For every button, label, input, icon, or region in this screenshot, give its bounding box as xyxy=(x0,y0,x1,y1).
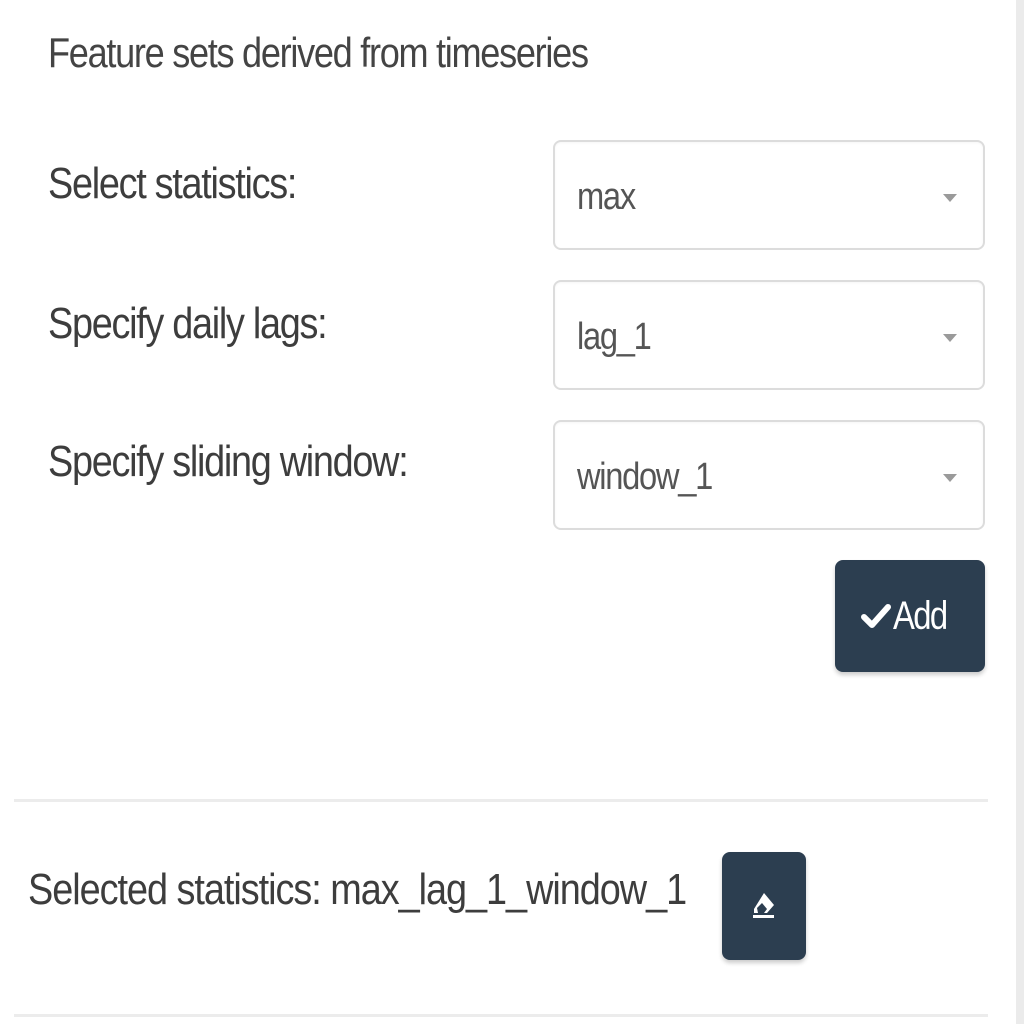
caret-down-icon xyxy=(943,334,957,342)
section-title: Feature sets derived from timeseries xyxy=(48,29,589,76)
statistics-label: Select statistics: xyxy=(48,159,297,208)
daily-lags-select[interactable]: lag_1 xyxy=(553,280,985,390)
divider xyxy=(14,799,988,802)
scrollbar-track[interactable] xyxy=(1016,0,1024,1024)
statistics-select-value: max xyxy=(577,176,636,218)
selected-statistics-value: max_lag_1_window_1 xyxy=(330,865,687,914)
caret-down-icon xyxy=(943,474,957,482)
divider xyxy=(14,1014,988,1017)
sliding-window-select[interactable]: window_1 xyxy=(553,420,985,530)
daily-lags-label: Specify daily lags: xyxy=(48,299,328,348)
feature-sets-panel: Feature sets derived from timeseries Sel… xyxy=(0,0,1010,1024)
daily-lags-select-value: lag_1 xyxy=(577,316,652,358)
caret-down-icon xyxy=(943,194,957,202)
selected-statistics-label: Selected statistics: xyxy=(28,865,322,914)
selected-statistics: Selected statistics: max_lag_1_window_1 xyxy=(28,862,687,918)
sliding-window-label: Specify sliding window: xyxy=(48,437,409,486)
remove-selection-button[interactable] xyxy=(722,852,806,960)
eraser-icon xyxy=(753,893,774,918)
statistics-select[interactable]: max xyxy=(553,140,985,250)
sliding-window-select-value: window_1 xyxy=(577,456,713,498)
check-icon xyxy=(861,604,892,628)
add-button[interactable]: Add xyxy=(835,560,985,672)
add-button-label: Add xyxy=(893,593,948,638)
